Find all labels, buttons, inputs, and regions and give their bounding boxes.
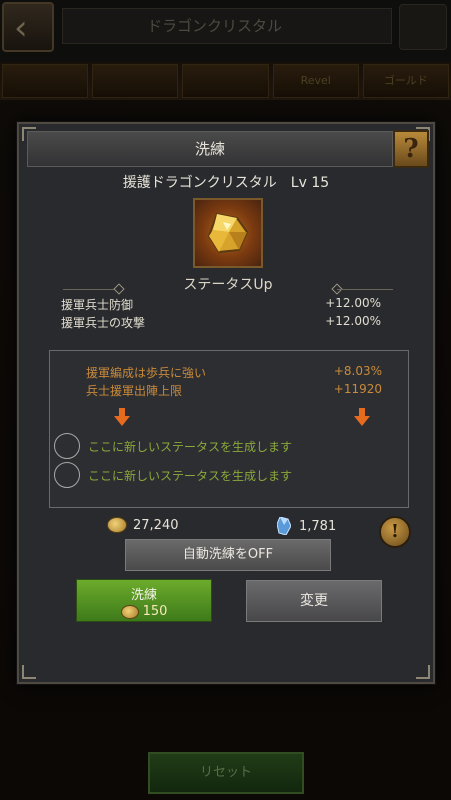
down-arrow-icon (354, 408, 370, 426)
gold-balance: 27,240 (107, 517, 179, 533)
crystal-amount: 1,781 (299, 518, 337, 534)
lock-toggle-circle[interactable] (54, 433, 80, 459)
down-arrow-icon (114, 408, 130, 426)
attribute-name: 兵士援軍出陣上限 (86, 384, 183, 398)
question-mark-icon: ? (403, 134, 419, 164)
info-button[interactable]: ! (379, 516, 411, 548)
attribute-name: 援軍編成は歩兵に強い (86, 366, 207, 380)
reroll-panel: 援軍編成は歩兵に強い +8.03% 兵士援軍出陣上限 +11920 ここに新しい… (49, 350, 409, 508)
gold-coin-icon (120, 604, 139, 619)
attribute-value: +11920 (333, 382, 382, 396)
change-button[interactable]: 変更 (246, 580, 382, 622)
crystal-balance: 1,781 (277, 517, 336, 535)
attribute-value: +8.03% (333, 364, 382, 378)
gold-amount: 27,240 (133, 517, 179, 533)
divider-line (63, 289, 119, 290)
new-attribute-slot[interactable]: ここに新しいステータスを生成します (54, 433, 394, 459)
stat-row: 援軍兵士防御 +12.00% (61, 296, 381, 313)
refine-dialog: 洗練 ? 援護ドラゴンクリスタル Lv 15 ステータスUp 援軍兵士防御 +1… (17, 122, 435, 684)
stat-name: 援軍兵士の攻撃 (61, 316, 146, 330)
crystal-icon (277, 517, 291, 535)
dialog-title: 洗練 (27, 131, 393, 167)
stat-name: 援軍兵士防御 (61, 298, 134, 312)
corner-ornament (416, 665, 430, 679)
current-attribute-row: 援軍編成は歩兵に強い +8.03% (86, 364, 382, 381)
refine-cost-amount: 150 (142, 604, 168, 619)
lock-toggle-circle[interactable] (54, 462, 80, 488)
gold-coin-icon (107, 517, 127, 533)
stat-value: +12.00% (325, 314, 381, 328)
slot-text: ここに新しいステータスを生成します (88, 439, 293, 454)
new-attribute-slot[interactable]: ここに新しいステータスを生成します (54, 462, 394, 488)
stat-value: +12.00% (325, 296, 381, 310)
refine-button[interactable]: 洗練 150 (76, 579, 212, 622)
auto-refine-toggle-button[interactable]: 自動洗練をOFF (125, 539, 331, 571)
slot-text: ここに新しいステータスを生成します (88, 468, 293, 483)
status-header: ステータスUp (183, 277, 273, 293)
current-attribute-row: 兵士援軍出陣上限 +11920 (86, 382, 382, 399)
stat-row: 援軍兵士の攻撃 +12.00% (61, 314, 381, 331)
refine-cost: 150 (77, 604, 211, 619)
refine-button-label: 洗練 (130, 588, 157, 603)
divider-line (337, 289, 393, 290)
dragon-crystal-icon (193, 198, 263, 268)
item-name: 援護ドラゴンクリスタル Lv 15 (122, 175, 330, 191)
help-button[interactable]: ? (393, 130, 429, 168)
corner-ornament (22, 665, 36, 679)
